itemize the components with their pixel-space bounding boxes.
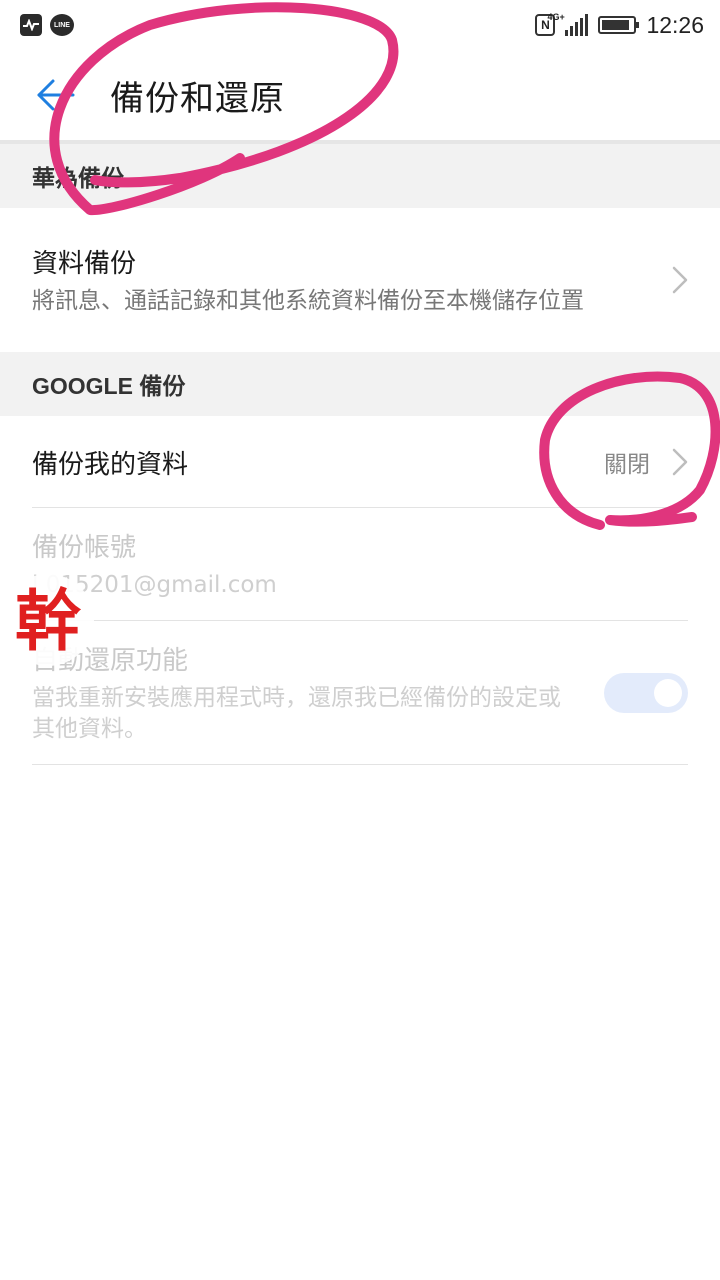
arrow-left-icon <box>37 79 75 111</box>
chevron-right-icon <box>658 266 688 294</box>
status-bar: LINE N 4G+ 12:26 <box>0 0 720 50</box>
backup-account-item: 備份帳號 l 015201@gmail.com <box>0 508 720 620</box>
line-app-icon: LINE <box>50 14 74 36</box>
data-backup-text: 資料備份 將訊息、通話記錄和其他系統資料備份至本機儲存位置 <box>32 243 658 317</box>
backup-my-data-text: 備份我的資料 <box>32 444 604 481</box>
chevron-right-icon <box>658 448 688 476</box>
toggle-knob <box>654 678 682 707</box>
cellular-signal-icon: 4G+ <box>547 12 589 36</box>
toolbar: 備份和還原 <box>0 50 720 140</box>
auto-restore-toggle[interactable] <box>604 672 688 713</box>
battery-icon <box>598 16 640 34</box>
data-backup-item[interactable]: 資料備份 將訊息、通話記錄和其他系統資料備份至本機儲存位置 <box>0 208 720 352</box>
list-divider <box>32 764 688 765</box>
status-right: N 4G+ 12:26 <box>535 12 704 39</box>
data-backup-title: 資料備份 <box>32 249 137 279</box>
line-icon-label: LINE <box>54 21 70 29</box>
auto-restore-subtitle: 當我重新安裝應用程式時，還原我已經備份的設定或其他資料。 <box>32 685 561 742</box>
backup-account-text: 備份帳號 l 015201@gmail.com <box>32 527 688 601</box>
battery-fill <box>602 20 630 30</box>
auto-restore-title: 自動還原功能 <box>32 646 189 676</box>
auto-restore-item: 自動還原功能 當我重新安裝應用程式時，還原我已經備份的設定或其他資料。 <box>0 621 720 764</box>
status-time: 12:26 <box>646 11 704 38</box>
section-header-huawei: 華為備份 <box>0 144 720 208</box>
data-backup-subtitle: 將訊息、通話記錄和其他系統資料備份至本機儲存位置 <box>32 288 584 314</box>
page-title: 備份和還原 <box>110 78 285 119</box>
auto-restore-text: 自動還原功能 當我重新安裝應用程式時，還原我已經備份的設定或其他資料。 <box>32 640 604 745</box>
back-button[interactable] <box>0 50 110 140</box>
activity-notification-icon <box>20 14 42 36</box>
section-header-huawei-label: 華為備份 <box>32 165 124 191</box>
backup-my-data-item[interactable]: 備份我的資料 關閉 <box>0 416 720 508</box>
section-header-google: GOOGLE 備份 <box>0 352 720 416</box>
network-type-label: 4G+ <box>547 12 565 22</box>
section-header-google-label: GOOGLE 備份 <box>32 373 186 399</box>
backup-my-data-status: 關閉 <box>604 452 650 478</box>
backup-account-email: l 015201@gmail.com <box>32 572 277 598</box>
status-left: LINE <box>20 14 74 36</box>
backup-account-title: 備份帳號 <box>32 533 137 563</box>
backup-my-data-title: 備份我的資料 <box>32 449 189 480</box>
